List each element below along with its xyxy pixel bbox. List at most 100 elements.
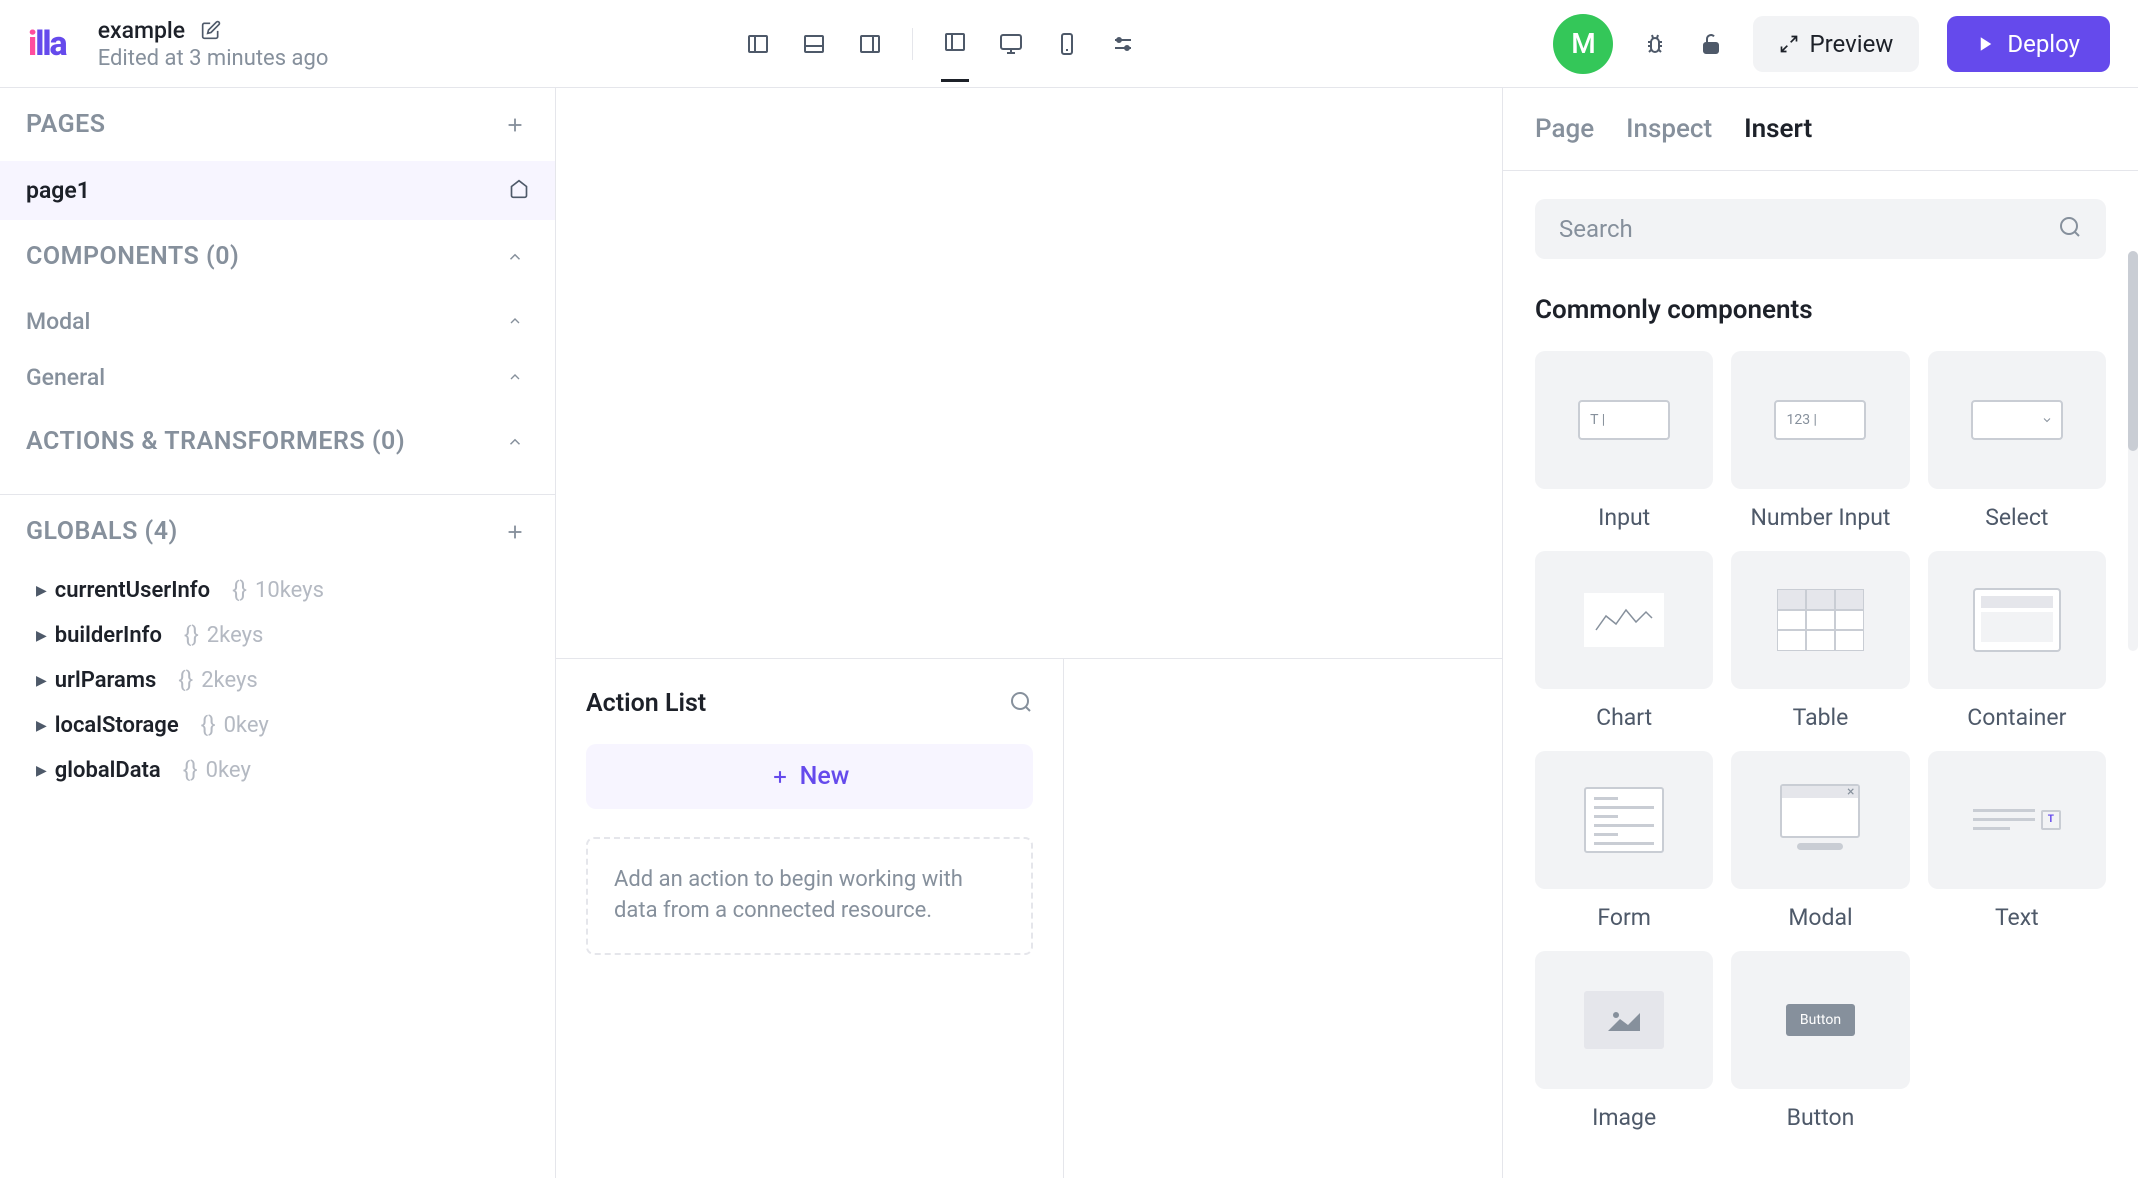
tab-insert[interactable]: Insert: [1744, 114, 1812, 144]
component-label: Container: [1967, 703, 2066, 733]
components-title: COMPONENTS (0): [26, 242, 239, 271]
divider: [912, 28, 913, 60]
left-panel: PAGES page1 COMPONENTS (0) Modal: [0, 88, 556, 1178]
component-select[interactable]: Select: [1928, 351, 2106, 533]
components-section: COMPONENTS (0): [0, 220, 555, 293]
new-action-button[interactable]: New: [586, 744, 1033, 809]
search-icon: [2058, 215, 2082, 243]
global-type: {}: [184, 623, 199, 648]
component-label: Select: [1985, 503, 2048, 533]
modal-subsection[interactable]: Modal: [0, 293, 555, 349]
global-keys: 0key: [224, 713, 269, 738]
canvas[interactable]: [556, 88, 1502, 658]
component-text[interactable]: T Text: [1928, 751, 2106, 933]
pages-title: PAGES: [26, 110, 106, 139]
global-keys: 0key: [206, 758, 251, 783]
page-item[interactable]: page1: [0, 161, 555, 220]
sliders-icon[interactable]: [1109, 30, 1137, 58]
component-preview: [1731, 551, 1909, 689]
global-item[interactable]: ▶ currentUserInfo {}10keys: [0, 568, 555, 613]
new-label: New: [800, 762, 850, 791]
action-panel: Action List New Add an action to begin w…: [556, 658, 1502, 1178]
device-desktop-icon[interactable]: [997, 30, 1025, 58]
global-name: urlParams: [55, 668, 157, 693]
chevron-right-icon: ▶: [36, 763, 47, 779]
header-right: M Preview Deploy: [1553, 14, 2110, 74]
deploy-label: Deploy: [2007, 30, 2080, 58]
component-button[interactable]: Button Button: [1731, 951, 1909, 1133]
component-preview: [1928, 551, 2106, 689]
global-item[interactable]: ▶ globalData {} 0key: [0, 748, 555, 793]
component-number_input[interactable]: 123 | Number Input: [1731, 351, 1909, 533]
tab-inspect[interactable]: Inspect: [1626, 114, 1712, 144]
layout-right-icon[interactable]: [856, 30, 884, 58]
global-type: {}: [183, 758, 198, 783]
layout-bottom-icon[interactable]: [800, 30, 828, 58]
search-icon[interactable]: [1009, 690, 1033, 718]
avatar[interactable]: M: [1553, 14, 1613, 74]
global-item[interactable]: ▶ urlParams {}2keys: [0, 658, 555, 703]
center-panel: Action List New Add an action to begin w…: [556, 88, 1502, 1178]
add-page-icon[interactable]: [501, 111, 529, 139]
global-type: {}: [201, 713, 216, 738]
deploy-button[interactable]: Deploy: [1947, 16, 2110, 72]
global-type: {}: [178, 668, 193, 693]
actions-section: ACTIONS & TRANSFORMERS (0): [0, 405, 555, 495]
global-keys: 2keys: [207, 623, 264, 648]
main: PAGES page1 COMPONENTS (0) Modal: [0, 88, 2138, 1178]
layout-left-icon[interactable]: [744, 30, 772, 58]
tabs: Page Inspect Insert: [1503, 88, 2138, 171]
component-grid: T | Input 123 | Number Input Select Char…: [1535, 351, 2106, 1133]
component-label: Button: [1787, 1103, 1855, 1133]
chevron-right-icon: ▶: [36, 673, 47, 689]
action-hint: Add an action to begin working with data…: [586, 837, 1033, 955]
component-label: Form: [1597, 903, 1651, 933]
component-image[interactable]: Image: [1535, 951, 1713, 1133]
preview-button[interactable]: Preview: [1753, 16, 1919, 72]
logo[interactable]: illa: [28, 24, 66, 64]
global-item[interactable]: ▶ localStorage {}0key: [0, 703, 555, 748]
actions-title: ACTIONS & TRANSFORMERS (0): [26, 427, 405, 456]
chevron-up-icon: [501, 307, 529, 335]
panel-content: Commonly components T | Input 123 | Numb…: [1503, 171, 2138, 1161]
component-label: Chart: [1596, 703, 1652, 733]
component-preview: [1535, 551, 1713, 689]
collapse-icon[interactable]: [501, 243, 529, 271]
chevron-right-icon: ▶: [36, 583, 47, 599]
chevron-up-icon[interactable]: [501, 428, 529, 456]
bug-icon[interactable]: [1641, 30, 1669, 58]
component-preview: 123 |: [1731, 351, 1909, 489]
global-item[interactable]: ▶ builderInfo {}2keys: [0, 613, 555, 658]
component-input[interactable]: T | Input: [1535, 351, 1713, 533]
action-list: Action List New Add an action to begin w…: [556, 659, 1064, 1178]
add-global-icon[interactable]: [501, 518, 529, 546]
component-container[interactable]: Container: [1928, 551, 2106, 733]
header: illa example Edited at 3 minutes ago: [0, 0, 2138, 88]
component-label: Input: [1598, 503, 1650, 533]
component-modal[interactable]: Modal: [1731, 751, 1909, 933]
search-box[interactable]: [1535, 199, 2106, 259]
chevron-up-icon: [501, 363, 529, 391]
scrollbar[interactable]: [2128, 251, 2138, 651]
component-form[interactable]: Form: [1535, 751, 1713, 933]
search-input[interactable]: [1559, 215, 2058, 243]
general-subsection[interactable]: General: [0, 349, 555, 405]
chevron-right-icon: ▶: [36, 628, 47, 644]
device-sidebar-icon[interactable]: [941, 30, 969, 58]
unlock-icon[interactable]: [1697, 30, 1725, 58]
component-label: Image: [1592, 1103, 1656, 1133]
component-preview: Button: [1731, 951, 1909, 1089]
tab-page[interactable]: Page: [1535, 114, 1594, 144]
project-info: example Edited at 3 minutes ago: [98, 17, 329, 71]
home-icon: [509, 179, 529, 203]
component-preview: T |: [1535, 351, 1713, 489]
device-tablet-icon[interactable]: [1053, 30, 1081, 58]
globals-section: GLOBALS (4): [0, 495, 555, 568]
global-name: globalData: [55, 758, 161, 783]
pencil-icon[interactable]: [201, 20, 221, 40]
scrollbar-thumb[interactable]: [2128, 251, 2138, 451]
component-table[interactable]: Table: [1731, 551, 1909, 733]
component-preview: [1928, 351, 2106, 489]
component-chart[interactable]: Chart: [1535, 551, 1713, 733]
component-label: Number Input: [1751, 503, 1891, 533]
